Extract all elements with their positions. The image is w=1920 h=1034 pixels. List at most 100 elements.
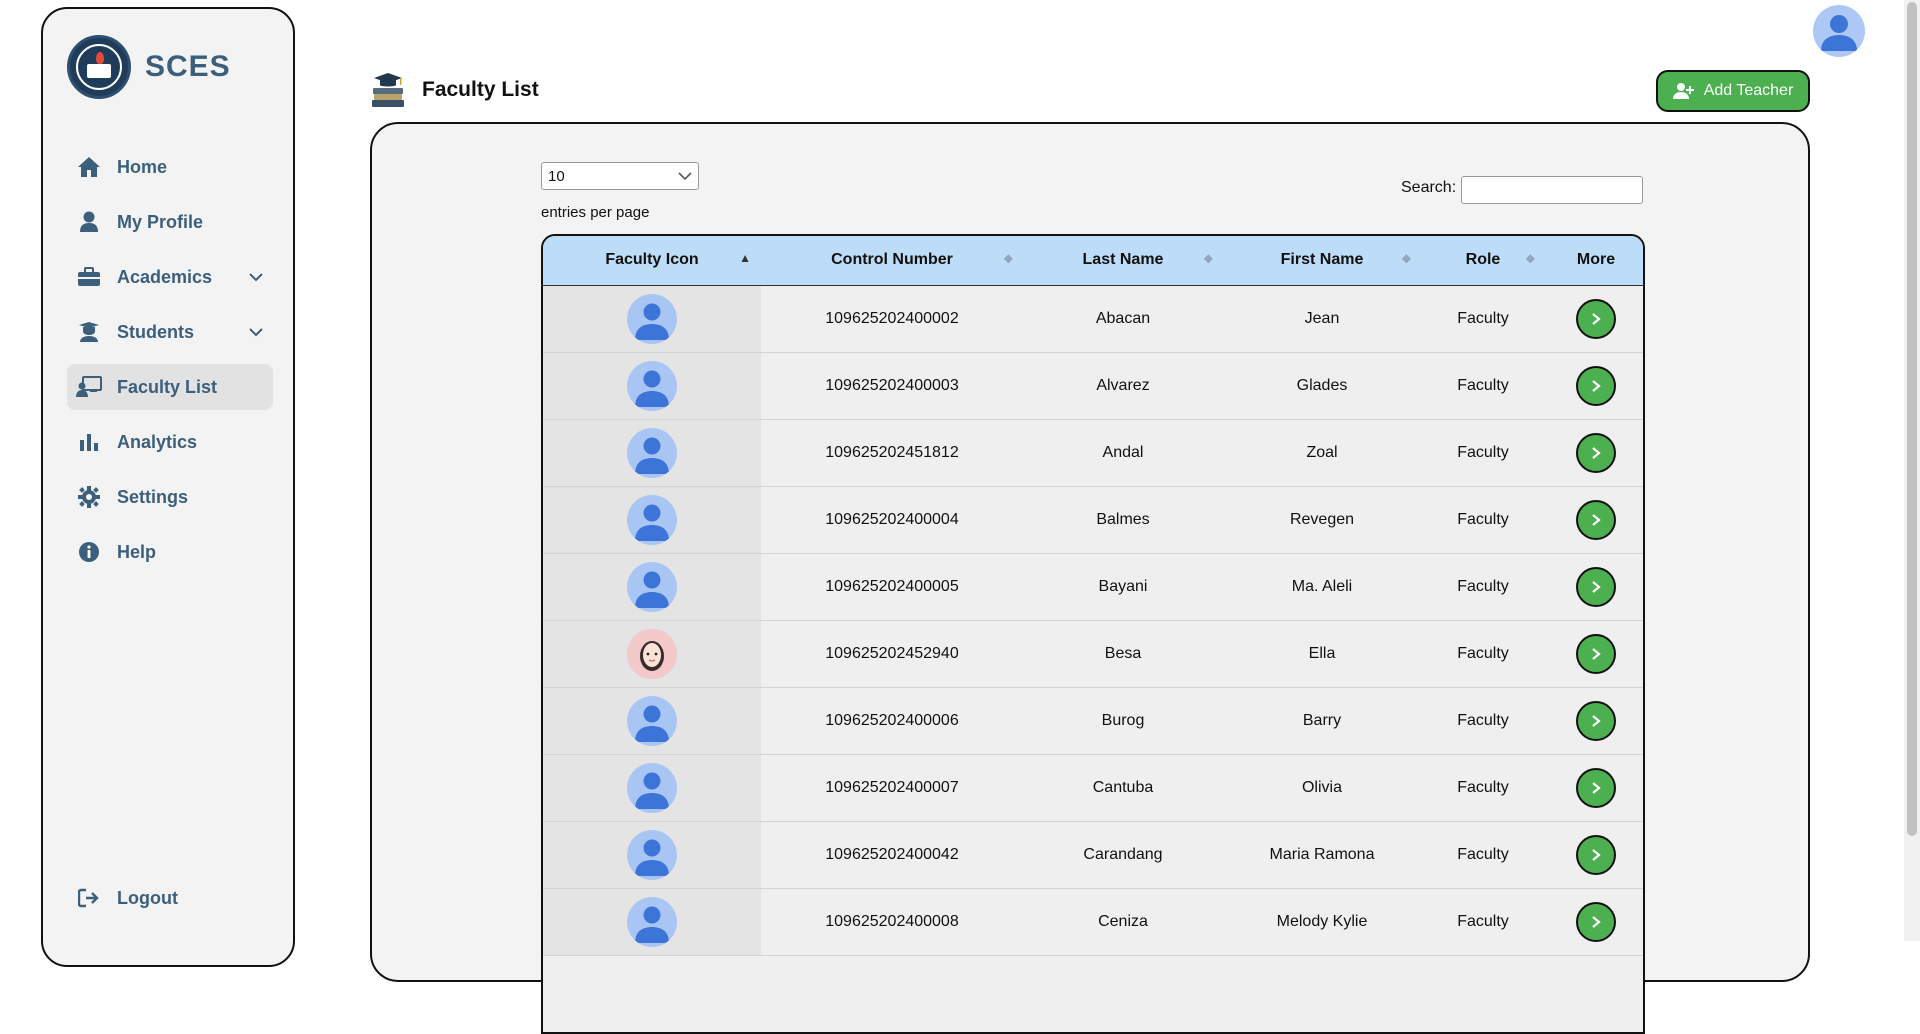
faculty-table-body: 109625202400002 Abacan Jean Faculty 10962520… [543,285,1643,956]
role-cell: Faculty [1421,687,1545,755]
brand-name: SCES [145,50,231,83]
chevron-down-icon[interactable] [247,268,265,286]
sort-icon: ◆ [1203,251,1213,265]
control-number-cell: 109625202400003 [761,352,1023,420]
column-label: Control Number [831,251,953,269]
sidebar-item-settings[interactable]: Settings [67,474,273,520]
faculty-table-wrapper: Faculty Icon ▲ Control Number ◆ Last Name ◆… [541,234,1645,1034]
page-scrollbar[interactable] [1904,0,1920,941]
page-length-select[interactable]: 10 [541,162,699,190]
faculty-table: Faculty Icon ▲ Control Number ◆ Last Name ◆… [543,236,1643,956]
logout-button[interactable]: Logout [67,875,273,921]
sidebar-item-help[interactable]: Help [67,529,273,575]
table-row: 109625202400005 Bayani Ma. Aleli Faculty [543,553,1643,621]
column-header-role[interactable]: Role ◆ [1421,236,1545,286]
table-row: 109625202400007 Cantuba Olivia Faculty [543,754,1643,822]
more-cell [1545,687,1643,755]
column-header-faculty-icon[interactable]: Faculty Icon ▲ [543,236,761,286]
default-avatar-icon [627,896,677,947]
more-button[interactable] [1576,432,1616,473]
default-avatar-icon [627,762,677,813]
last-name-cell: Ceniza [1023,888,1223,956]
faculty-icon-cell [543,888,761,956]
search-input[interactable] [1461,176,1643,204]
sidebar-item-academics[interactable]: Academics [67,254,273,300]
bar-chart-icon [75,428,103,456]
more-cell [1545,285,1643,353]
user-avatar-icon [1821,15,1857,51]
more-button[interactable] [1576,633,1616,674]
column-header-first-name[interactable]: First Name ◆ [1223,236,1421,286]
table-row: 109625202451812 Andal Zoal Faculty [543,419,1643,487]
column-header-control-number[interactable]: Control Number ◆ [761,236,1023,286]
table-row: 109625202400042 Carandang Maria Ramona Facu… [543,821,1643,889]
page-title: Faculty List [422,78,539,101]
faculty-icon-cell [543,419,761,487]
column-label: Faculty Icon [605,251,699,269]
page-length-value: 10 [548,167,565,185]
books-graduation-icon [372,73,404,107]
chevron-down-icon[interactable] [247,323,265,341]
chevron-down-icon [678,171,692,180]
faculty-icon-cell [543,687,761,755]
last-name-cell: Balmes [1023,486,1223,554]
more-button[interactable] [1576,566,1616,607]
chevron-right-icon [1592,446,1601,459]
role-cell: Faculty [1421,352,1545,420]
more-button[interactable] [1576,700,1616,741]
sort-icon: ◆ [1525,251,1535,265]
faculty-icon-cell [543,754,761,822]
default-avatar-icon [627,695,677,746]
sidebar-item-label: Academics [117,266,213,287]
column-header-last-name[interactable]: Last Name ◆ [1023,236,1223,286]
table-row: 109625202400004 Balmes Revegen Faculty [543,486,1643,554]
faculty-card: 10 entries per page Search: Faculty Icon… [370,122,1810,1034]
sort-icon: ◆ [1401,251,1411,265]
default-avatar-icon [627,293,677,344]
more-button[interactable] [1576,365,1616,406]
default-avatar-icon [627,561,677,612]
page-header: Faculty List [368,70,539,110]
scrollbar-thumb[interactable] [1907,2,1917,836]
sidebar-item-my-profile[interactable]: My Profile [67,199,273,245]
more-button[interactable] [1576,499,1616,540]
role-cell: Faculty [1421,285,1545,353]
control-number-cell: 109625202400042 [761,821,1023,889]
faculty-icon-cell [543,553,761,621]
role-cell: Faculty [1421,754,1545,822]
first-name-cell: Ella [1223,620,1421,688]
brand[interactable]: SCES [67,35,231,99]
faculty-icon-cell [543,285,761,353]
table-header-row: Faculty Icon ▲ Control Number ◆ Last Name ◆… [543,236,1643,286]
more-button[interactable] [1576,834,1616,875]
add-teacher-button[interactable]: Add Teacher [1656,70,1810,112]
chevron-right-icon [1592,379,1601,392]
sidebar-item-students[interactable]: Students [67,309,273,355]
sidebar-item-label: Settings [117,486,189,507]
home-icon [75,153,103,181]
sidebar-item-analytics[interactable]: Analytics [67,419,273,465]
info-icon [75,538,103,566]
chevron-right-icon [1592,312,1601,325]
more-cell [1545,821,1643,889]
school-logo [67,35,131,99]
sidebar-item-faculty-list[interactable]: Faculty List [67,364,273,410]
last-name-cell: Alvarez [1023,352,1223,420]
role-cell: Faculty [1421,486,1545,554]
faculty-icon-cell [543,821,761,889]
last-name-cell: Cantuba [1023,754,1223,822]
control-number-cell: 109625202400002 [761,285,1023,353]
first-name-cell: Ma. Aleli [1223,553,1421,621]
graduate-icon [75,318,103,346]
sidebar-item-home[interactable]: Home [67,144,273,190]
more-button[interactable] [1576,298,1616,339]
column-label: First Name [1280,251,1364,269]
first-name-cell: Glades [1223,352,1421,420]
more-button[interactable] [1576,901,1616,942]
account-avatar[interactable] [1813,5,1865,57]
control-number-cell: 109625202452940 [761,620,1023,688]
more-button[interactable] [1576,767,1616,808]
more-cell [1545,486,1643,554]
first-name-cell: Jean [1223,285,1421,353]
sidebar-item-label: Help [117,541,157,562]
